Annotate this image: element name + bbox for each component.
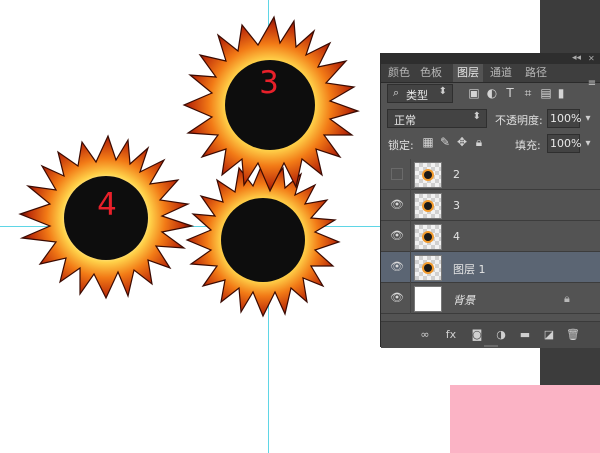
- type-filter-icon[interactable]: T: [503, 85, 517, 101]
- fx-icon[interactable]: fx: [443, 327, 459, 343]
- fill-label: 填充:: [515, 139, 541, 152]
- trash-icon[interactable]: 🗑︎: [565, 327, 581, 343]
- adjustment-filter-icon[interactable]: ◐: [485, 85, 499, 101]
- opacity-value: 100%: [550, 112, 582, 125]
- blend-mode-select[interactable]: 正常 ⬍: [387, 109, 487, 128]
- layer-row[interactable]: 2: [381, 159, 600, 190]
- opacity-label: 不透明度:: [495, 114, 543, 127]
- fire-ring-image: 4: [18, 134, 195, 300]
- resize-grip[interactable]: [484, 345, 498, 347]
- eye-icon[interactable]: 👁︎: [390, 261, 404, 273]
- layer-thumbnail: [414, 193, 442, 219]
- folder-icon[interactable]: ▬: [517, 327, 533, 343]
- lock-position-icon[interactable]: ✥: [455, 135, 469, 150]
- layer-name[interactable]: 图层 1: [453, 261, 486, 277]
- pink-overlay: [450, 385, 600, 453]
- blend-mode-value: 正常: [394, 114, 416, 127]
- eye-icon[interactable]: 👁︎: [390, 199, 404, 211]
- layer-row[interactable]: 👁︎ 3: [381, 190, 600, 221]
- sun-number-label: 3: [259, 65, 279, 101]
- collapse-icon[interactable]: ◂◂: [572, 53, 581, 64]
- shape-filter-icon[interactable]: ⌗: [521, 85, 535, 101]
- fill-value: 100%: [550, 137, 582, 150]
- mask-icon[interactable]: ◙: [469, 327, 485, 343]
- fire-ring-image: 3: [182, 15, 360, 193]
- layer-row[interactable]: 👁︎ 4: [381, 221, 600, 252]
- tab-channels[interactable]: 通道: [487, 64, 515, 82]
- tab-color[interactable]: 颜色: [385, 64, 413, 82]
- eye-icon[interactable]: 👁︎: [390, 230, 404, 242]
- filter-label: 类型: [406, 89, 428, 102]
- link-icon[interactable]: ∞: [417, 327, 433, 343]
- row-divider: [410, 159, 411, 190]
- panel-title-bar[interactable]: ◂◂ ✕: [381, 53, 600, 64]
- lock-icon: 🔒︎: [564, 292, 570, 305]
- lock-image-icon[interactable]: ✎: [438, 135, 452, 150]
- layer-row-selected[interactable]: 👁︎ 图层 1: [381, 252, 600, 283]
- filter-toggle-icon[interactable]: ▮: [557, 85, 565, 101]
- eye-icon[interactable]: 👁︎: [390, 292, 404, 304]
- tab-swatches[interactable]: 色板: [417, 64, 445, 82]
- panel-footer: ∞ fx ◙ ◑ ▬ ◪ 🗑︎: [381, 321, 600, 348]
- row-divider: [410, 252, 411, 283]
- row-divider: [410, 221, 411, 252]
- layer-name[interactable]: 4: [453, 230, 460, 243]
- row-divider: [410, 283, 411, 314]
- layer-name[interactable]: 背景: [453, 292, 475, 308]
- row-divider: [410, 190, 411, 221]
- background-thumbnail: [414, 286, 442, 312]
- tab-layers[interactable]: 图层: [453, 64, 483, 82]
- adjustment-icon[interactable]: ◑: [493, 327, 509, 343]
- chevron-down-icon: ⬍: [472, 111, 481, 122]
- panel-menu-icon[interactable]: ≡: [584, 75, 600, 93]
- visibility-toggle-off[interactable]: [391, 168, 403, 180]
- layer-thumbnail: [414, 162, 442, 188]
- layer-thumbnail: [414, 255, 442, 281]
- opacity-dropdown-icon[interactable]: ▾: [581, 109, 595, 128]
- fill-dropdown-icon[interactable]: ▾: [581, 134, 595, 153]
- opacity-input[interactable]: 100%: [547, 109, 582, 128]
- smart-object-filter-icon[interactable]: ▤: [539, 85, 553, 101]
- layer-name[interactable]: 2: [453, 168, 460, 181]
- tab-paths[interactable]: 路径: [521, 64, 551, 82]
- image-filter-icon[interactable]: ▣: [467, 85, 481, 101]
- search-icon: ⌕: [393, 86, 400, 99]
- layer-thumbnail: [414, 224, 442, 250]
- panel-tabs: 颜色 色板 图层 通道 路径 ≡: [381, 64, 600, 89]
- close-icon[interactable]: ✕: [588, 53, 595, 64]
- fill-input[interactable]: 100%: [547, 134, 582, 153]
- lock-transparency-icon[interactable]: ▦: [421, 135, 435, 150]
- chevron-down-icon: ⬍: [438, 86, 447, 97]
- lock-all-icon[interactable]: 🔒︎: [472, 135, 486, 150]
- sun-number-label: 4: [97, 187, 117, 223]
- new-layer-icon[interactable]: ◪: [541, 327, 557, 343]
- layer-name[interactable]: 3: [453, 199, 460, 212]
- layer-filter-select[interactable]: ⌕ 类型 ⬍: [387, 84, 453, 103]
- layers-panel: ◂◂ ✕ 颜色 色板 图层 通道 路径 ≡ ⌕ 类型 ⬍ ▣ ◐ T ⌗ ▤ ▮…: [380, 53, 600, 348]
- lock-label: 锁定:: [388, 139, 414, 152]
- layer-row-background[interactable]: 👁︎ 背景 🔒︎: [381, 283, 600, 314]
